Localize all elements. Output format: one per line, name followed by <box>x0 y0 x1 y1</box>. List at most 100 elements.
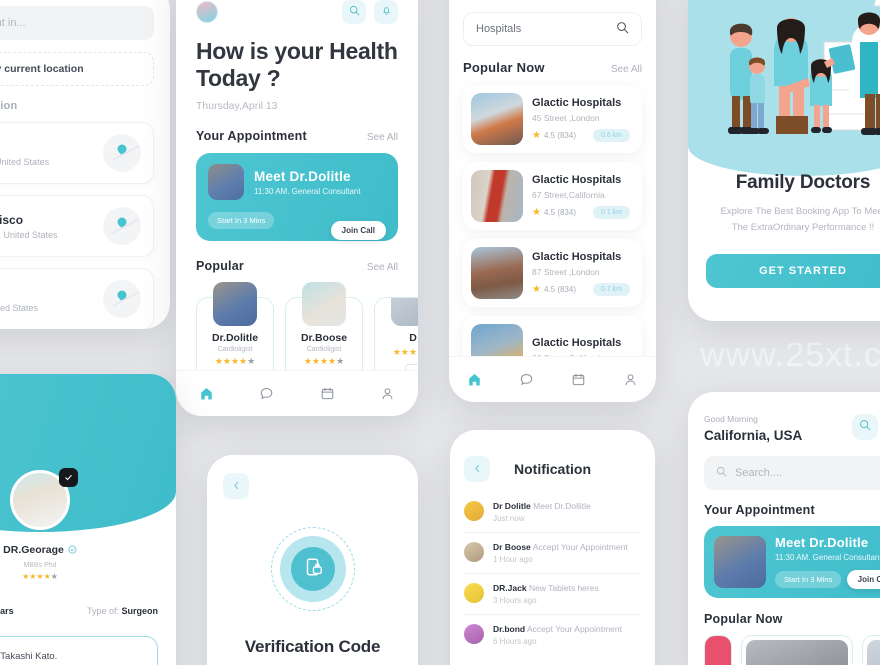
notification-title: Notification <box>514 461 591 477</box>
hospital-address: 67 Street,California <box>532 189 605 200</box>
search-button[interactable] <box>342 0 366 24</box>
doctor-name: Dr.Boose <box>300 332 348 345</box>
doctor-degree: MBBs Phd <box>23 562 57 569</box>
hospital-search-input[interactable]: Hospitals <box>463 12 642 46</box>
get-started-button[interactable]: GET STARTED <box>706 254 880 289</box>
avatar <box>464 583 484 603</box>
notification-item[interactable]: Dr.bond Accept Your Appointment 6 Hours … <box>464 615 641 655</box>
join-call-button[interactable]: Join Call <box>330 221 386 241</box>
notification-sender: Dr.bond <box>493 624 526 634</box>
popular-card-image <box>746 640 848 665</box>
tab-calendar[interactable] <box>320 386 335 401</box>
phone-lock-icon <box>302 556 324 583</box>
appointment-card[interactable]: Meet Dr.Dolitle 11:30 AM. General Consul… <box>704 526 880 598</box>
popular-card[interactable] <box>704 635 732 665</box>
tab-chat[interactable] <box>519 372 534 387</box>
onboarding-screen: Family Doctors Explore The Best Booking … <box>688 0 880 321</box>
watermark: www.25xt.com <box>700 336 880 374</box>
map-pin-icon <box>115 142 129 156</box>
verified-badge <box>59 468 78 487</box>
notification-time: Just now <box>493 514 525 523</box>
hospitals-see-all[interactable]: See All <box>611 64 642 75</box>
notification-item[interactable]: Dr Boose Accept Your Appointment 1 Hour … <box>464 533 641 574</box>
notification-message: Accept Your Appointment <box>532 542 628 552</box>
search-input[interactable]: Search event in... <box>0 6 154 40</box>
popular-see-all[interactable]: See All <box>367 262 398 273</box>
search-icon[interactable] <box>616 21 629 37</box>
start-time-chip: Start In 3 Mins <box>208 212 275 230</box>
notification-text: DR.Jack New Tablets heres <box>493 583 599 593</box>
tab-home[interactable] <box>467 372 482 387</box>
tab-chat[interactable] <box>259 386 274 401</box>
location-name: California <box>0 140 49 154</box>
start-time-chip: Start In 3 Mins <box>775 571 842 588</box>
health-dashboard-screen: How is your Health Today ? Thursday,Apri… <box>176 0 418 416</box>
avatar[interactable] <box>196 1 218 23</box>
doctor-rating: ★★★★★ <box>22 572 58 581</box>
experienced-unit: Years <box>0 606 14 616</box>
location-item[interactable]: New York New York, United States <box>0 268 154 329</box>
doctor-role: Cardioligist <box>306 346 342 354</box>
hospital-card[interactable]: Glactic Hospitals 87 Street ,London ★ 4.… <box>463 239 642 307</box>
map-thumbnail <box>103 207 141 245</box>
back-button[interactable] <box>223 473 249 499</box>
join-call-button[interactable]: Join Call <box>846 570 880 589</box>
popular-card-image <box>705 636 731 665</box>
location-item[interactable]: California Los Angeles, United States <box>0 122 154 184</box>
doctor-photo <box>714 536 766 588</box>
avatar <box>464 542 484 562</box>
tab-home[interactable] <box>199 386 214 401</box>
hospital-search-value: Hospitals <box>476 23 522 35</box>
popular-now-title: Popular Now <box>704 612 783 626</box>
appointment-section-title: Your Appointment <box>196 129 307 144</box>
page-title: How is your Health Today ? <box>196 38 398 92</box>
appointment-card[interactable]: Meet Dr.Dolitle 11:30 AM. General Consul… <box>196 153 398 242</box>
hospital-rating: ★ 4.5 (834) <box>532 283 576 295</box>
hospital-rating: ★ 4.5 (834) <box>532 206 576 218</box>
doctor-role: Cardioligist <box>217 346 253 354</box>
location-sub: Los Angeles, United States <box>0 156 50 167</box>
notification-message: Accept Your Appointment <box>527 624 623 634</box>
experience-stat: Experienced: 19 Years <box>0 606 14 616</box>
appointment-section-title: Your Appointment <box>704 503 815 517</box>
notifications-button[interactable] <box>374 0 398 24</box>
bell-icon <box>381 3 392 21</box>
home-search-input[interactable]: Search.... <box>704 456 880 490</box>
type-stat: Type of: Surgeon <box>87 606 158 616</box>
bio-line-1: Hi. My name is Takashi Kato. <box>0 651 58 662</box>
hospital-distance-badge: 0 7 km <box>592 282 630 296</box>
appointment-meta: 11:30 AM. General Consultant <box>775 553 880 562</box>
appointment-see-all[interactable]: See All <box>367 132 398 143</box>
location-name: New York <box>0 286 38 300</box>
doctor-photo <box>302 282 346 327</box>
ring-inner <box>290 547 335 591</box>
hospital-card[interactable]: Glactic Hospitals 45 Street ,London ★ 4.… <box>463 85 642 153</box>
hospital-rating: ★ 4.5 (834) <box>532 129 576 141</box>
popular-card[interactable] <box>741 635 853 665</box>
use-current-location-button[interactable]: Use my current location <box>0 52 154 86</box>
location-item[interactable]: San Francisco San Francisco, United Stat… <box>0 195 154 257</box>
notification-message: Meet Dr.Dollitle <box>533 501 591 511</box>
notification-sender: DR.Jack <box>493 583 527 593</box>
verification-illustration <box>270 527 355 611</box>
tab-calendar[interactable] <box>571 372 586 387</box>
notification-message: New Tablets heres <box>528 583 599 593</box>
location-sub: San Francisco, United States <box>0 229 58 240</box>
hospital-card[interactable]: Glactic Hospitals 67 Street,California ★… <box>463 162 642 230</box>
notification-sender: Dr Dolitle <box>493 501 531 511</box>
tab-profile[interactable] <box>623 372 638 387</box>
notification-text: Dr Dolitle Meet Dr.Dollitle <box>493 501 591 511</box>
popular-card[interactable] <box>862 635 880 665</box>
notification-text: Dr Boose Accept Your Appointment <box>493 542 628 552</box>
search-button[interactable] <box>852 414 878 440</box>
notification-item[interactable]: Dr Dolitle Meet Dr.Dollitle Just now <box>464 492 641 533</box>
notification-item[interactable]: DR.Jack New Tablets heres 3 Hours ago <box>464 574 641 615</box>
popular-now-title: Popular Now <box>463 60 545 75</box>
verified-icon <box>68 541 77 559</box>
hospital-name: Glactic Hospitals <box>532 96 622 109</box>
star-icon: ★ <box>532 206 541 218</box>
greeting-label: Good Morning <box>704 414 758 424</box>
doctor-bio-card: Hi. My name is Takashi Kato. I have been… <box>0 636 158 665</box>
tab-profile[interactable] <box>380 386 395 401</box>
back-icon <box>232 479 241 493</box>
